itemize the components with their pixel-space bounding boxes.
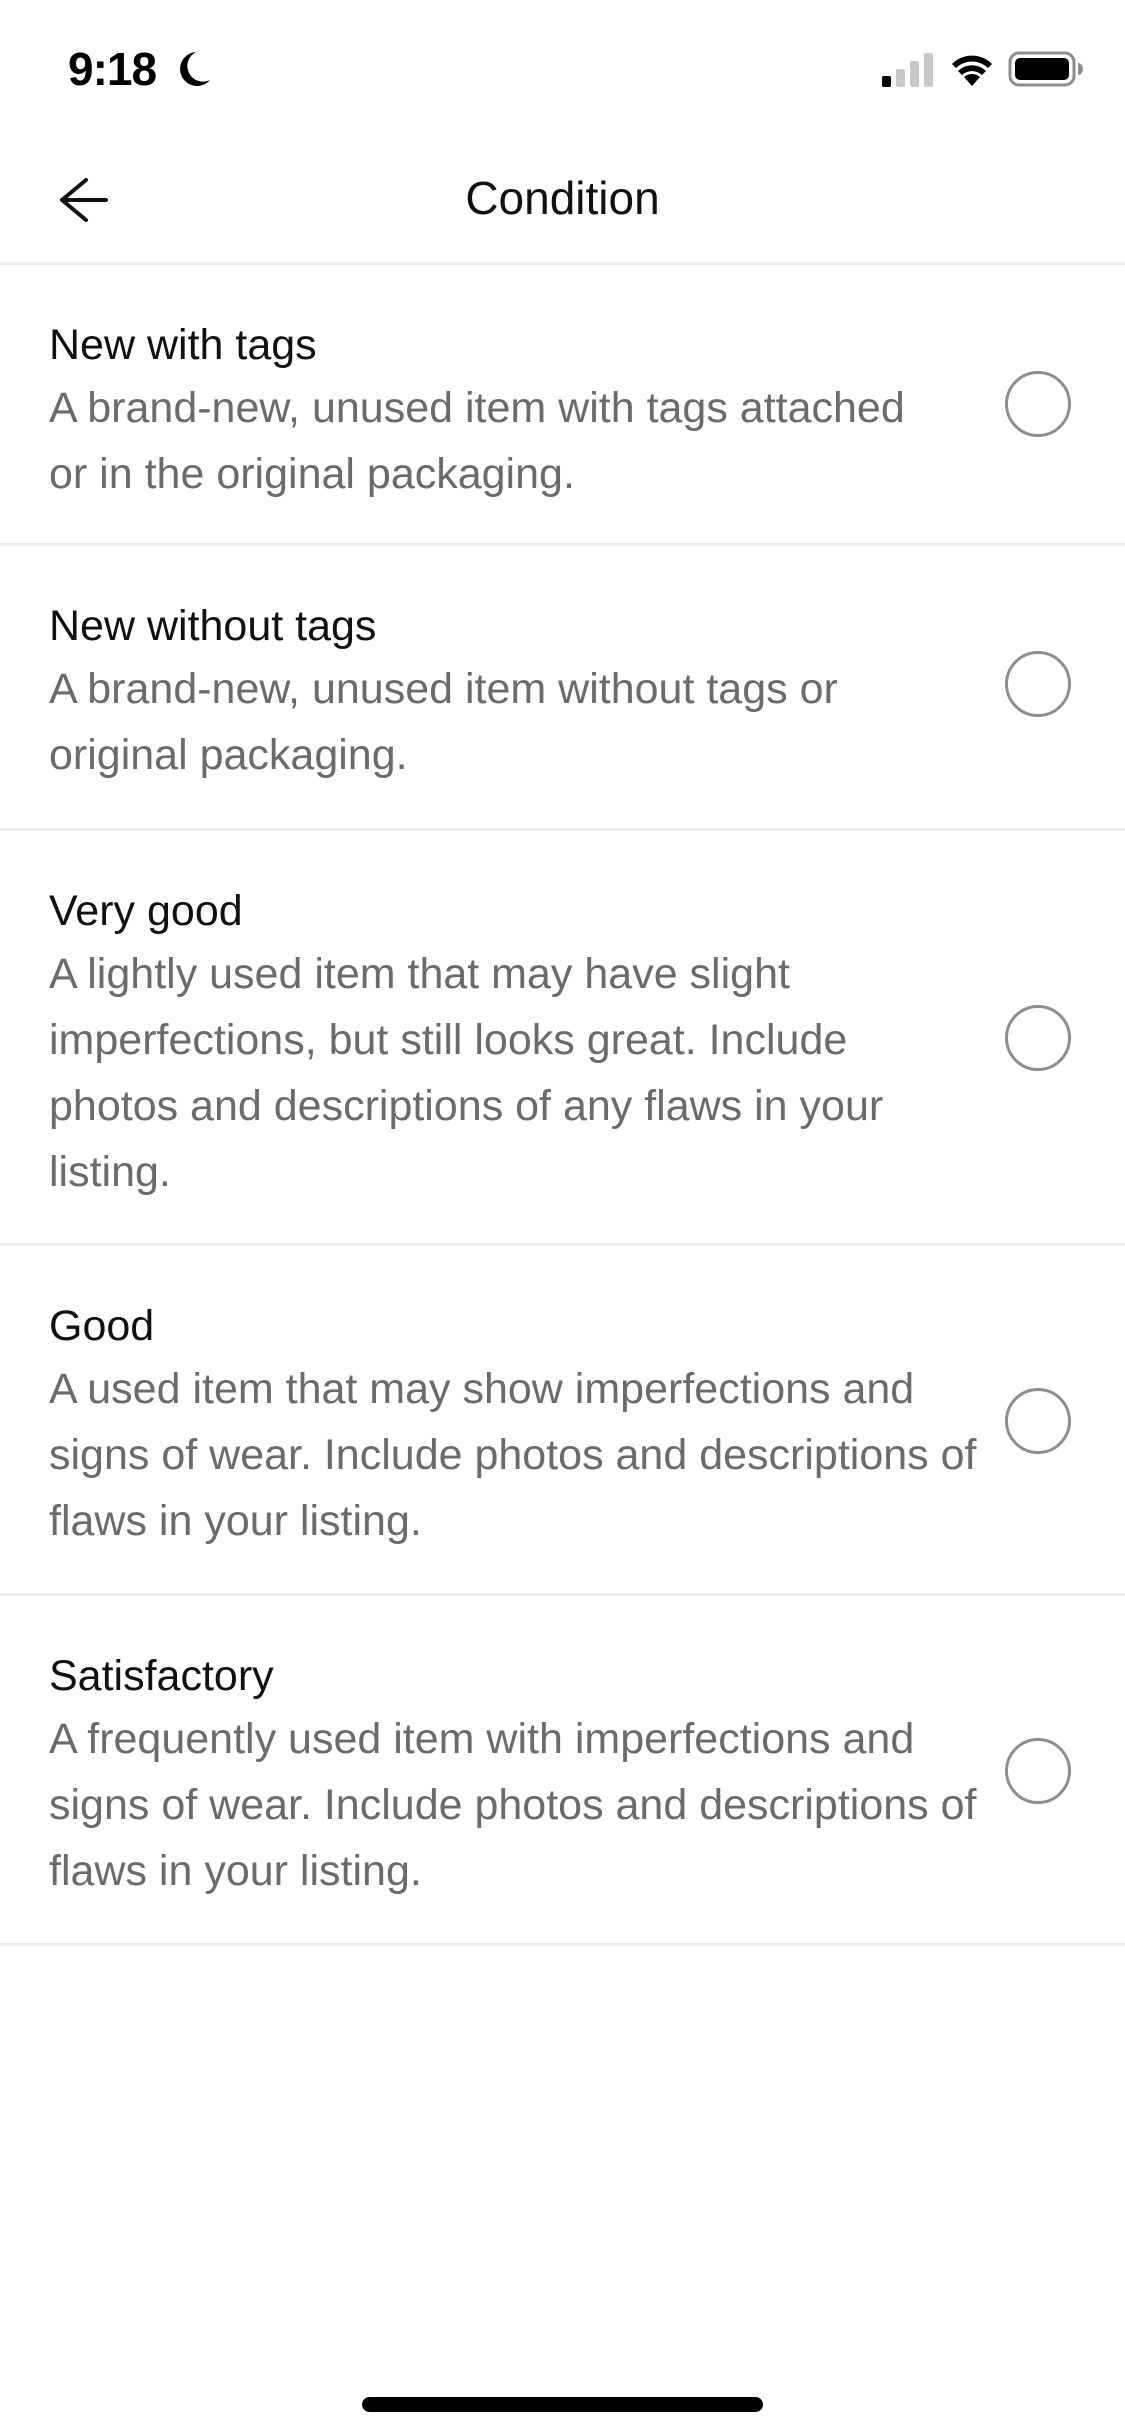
status-bar: 9:18	[0, 0, 1125, 135]
wifi-icon	[952, 55, 992, 86]
radio-button[interactable]	[1005, 371, 1071, 437]
radio-button[interactable]	[1005, 1738, 1071, 1804]
option-title: New with tags	[49, 321, 317, 369]
condition-option-satisfactory[interactable]: Satisfactory A frequently used item with…	[0, 1596, 1125, 1946]
option-description: A brand-new, unused item with tags attac…	[49, 384, 905, 498]
battery-icon	[1008, 51, 1083, 87]
condition-option-new-with-tags[interactable]: New with tags A brand-new, unused item w…	[0, 265, 1125, 546]
home-indicator[interactable]	[362, 2397, 763, 2412]
option-description: A frequently used item with imperfection…	[49, 1715, 977, 1895]
moon-icon	[180, 52, 210, 86]
condition-option-very-good[interactable]: Very good A lightly used item that may h…	[0, 831, 1125, 1246]
condition-options-list: New with tags A brand-new, unused item w…	[0, 265, 1125, 1946]
option-title: Good	[49, 1302, 155, 1350]
nav-bar: Condition	[0, 135, 1125, 265]
option-title: Satisfactory	[49, 1652, 274, 1700]
status-time: 9:18	[68, 43, 157, 95]
radio-button[interactable]	[1005, 1005, 1071, 1071]
cellular-signal-icon	[882, 53, 933, 87]
condition-option-good[interactable]: Good A used item that may show imperfect…	[0, 1246, 1125, 1596]
page-title: Condition	[465, 172, 660, 224]
option-title: Very good	[49, 887, 243, 935]
radio-button[interactable]	[1005, 651, 1071, 717]
option-description: A brand-new, unused item without tags or…	[49, 665, 838, 779]
condition-option-new-without-tags[interactable]: New without tags A brand-new, unused ite…	[0, 546, 1125, 831]
option-description: A used item that may show imperfections …	[49, 1365, 977, 1545]
option-title: New without tags	[49, 602, 377, 650]
radio-button[interactable]	[1005, 1388, 1071, 1454]
option-description: A lightly used item that may have slight…	[49, 950, 884, 1196]
